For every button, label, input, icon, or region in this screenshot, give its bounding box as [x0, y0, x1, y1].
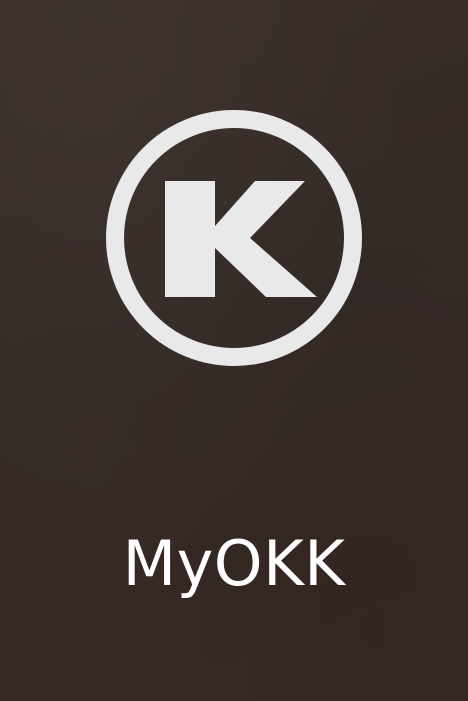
- okk-logo-icon: [104, 108, 364, 368]
- app-name-title: MyOKK: [122, 527, 346, 600]
- splash-screen: MyOKK: [0, 0, 468, 701]
